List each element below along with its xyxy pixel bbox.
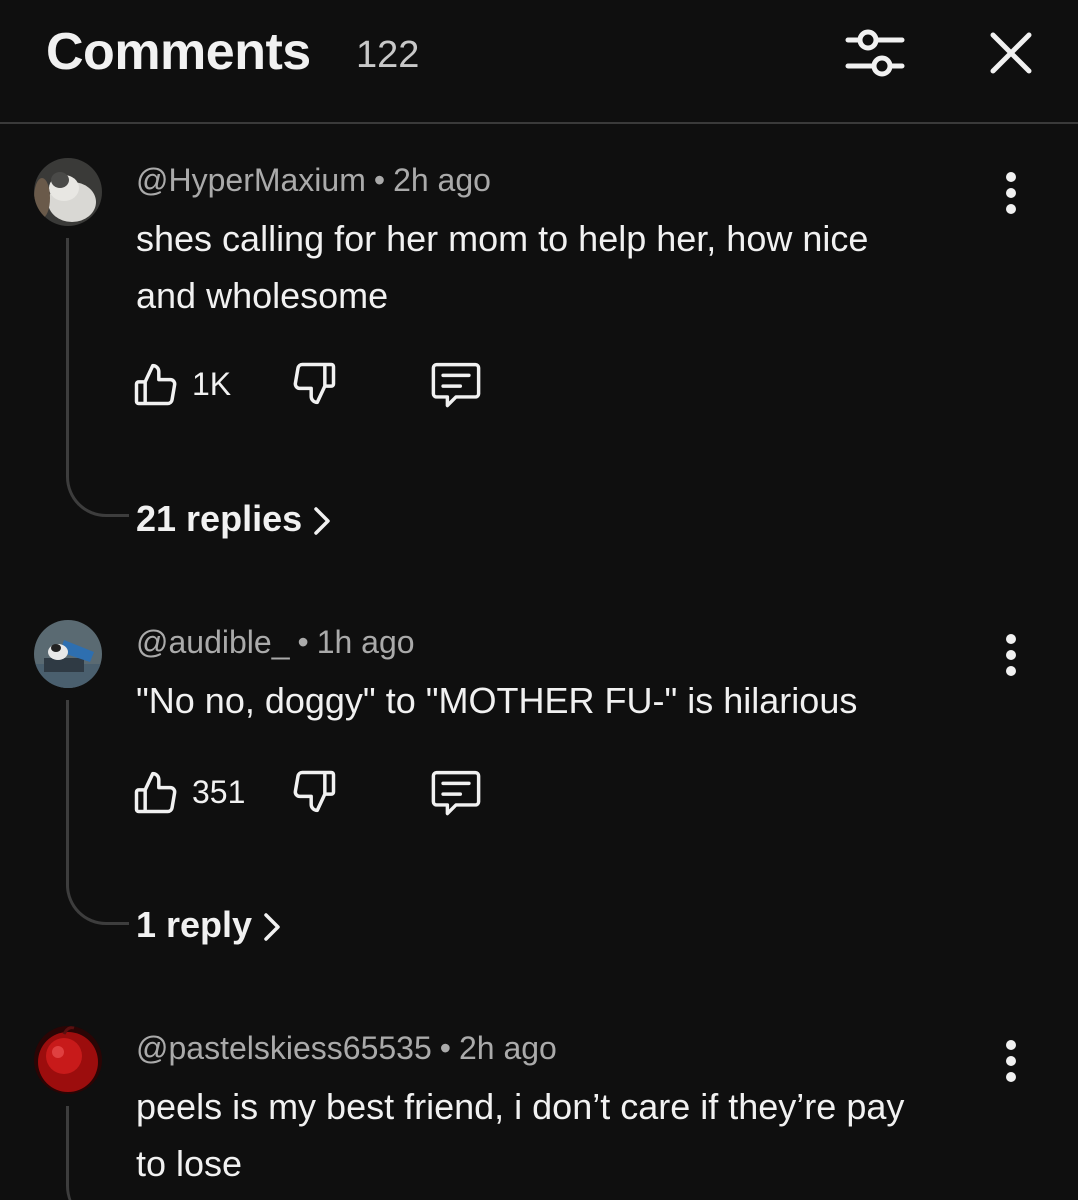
reply-button[interactable]	[428, 358, 484, 410]
comment-author[interactable]: @HyperMaxium	[136, 162, 366, 198]
comment-actions: 1K	[130, 358, 530, 414]
comment-item: @audible_ • 1h ago "No no, doggy" to "MOTH…	[0, 620, 1078, 960]
thumbs-up-icon	[134, 771, 177, 814]
thread-line	[66, 700, 129, 925]
comment-time: 1h ago	[316, 624, 415, 660]
comment-author[interactable]: @pastelskiess65535	[136, 1030, 432, 1066]
comment-meta: @pastelskiess65535 • 2h ago	[136, 1030, 557, 1067]
comment-author[interactable]: @audible_	[136, 624, 289, 660]
avatar-image	[34, 1026, 102, 1094]
view-replies-link[interactable]: 21 replies	[136, 498, 332, 540]
view-replies-link[interactable]: 1 reply	[136, 904, 282, 946]
avatar-image	[34, 620, 102, 688]
reply-button[interactable]	[428, 766, 484, 818]
comment-icon	[431, 362, 481, 408]
avatar[interactable]	[34, 620, 102, 688]
avatar[interactable]	[34, 1026, 102, 1094]
avatar[interactable]	[34, 158, 102, 226]
comment-time: 2h ago	[458, 1030, 557, 1066]
comment-meta: @audible_ • 1h ago	[136, 624, 415, 661]
replies-count: 1 reply	[136, 904, 253, 945]
dislike-button[interactable]	[288, 358, 340, 410]
like-button[interactable]	[130, 766, 182, 818]
comment-text: peels is my best friend, i don’t care if…	[136, 1078, 986, 1192]
header-title: Comments	[46, 23, 311, 81]
meta-separator: •	[373, 162, 386, 198]
thread-line	[66, 238, 129, 517]
meta-separator: •	[297, 624, 309, 660]
thumbs-down-icon	[293, 770, 336, 813]
comment-more-button[interactable]	[994, 632, 1028, 678]
comment-text: shes calling for her mom to help her, ho…	[136, 210, 986, 324]
comment-text-line: shes calling for her mom to help her, ho…	[136, 218, 869, 259]
chevron-right-icon	[314, 507, 330, 536]
comment-text-line: and wholesome	[136, 275, 389, 316]
meta-separator: •	[439, 1030, 451, 1066]
more-vertical-icon	[1006, 1040, 1016, 1082]
comment-item: @pastelskiess65535 • 2h ago peels is my be…	[0, 1026, 1078, 1200]
comment-actions: 351	[130, 766, 530, 822]
thread-line	[66, 1106, 129, 1200]
replies-count: 21 replies	[136, 498, 303, 539]
comment-more-button[interactable]	[994, 170, 1028, 216]
sort-filter-button[interactable]	[840, 22, 910, 84]
comment-meta: @HyperMaxium • 2h ago	[136, 162, 491, 199]
comment-text-line: peels is my best friend, i don’t care if…	[136, 1086, 905, 1127]
close-icon	[990, 32, 1032, 74]
thumbs-down-icon	[293, 362, 336, 405]
comment-icon	[431, 770, 481, 816]
thumbs-up-icon	[134, 363, 177, 406]
more-vertical-icon	[1006, 634, 1016, 676]
like-count: 351	[192, 774, 246, 810]
comment-time: 2h ago	[393, 162, 491, 198]
comment-more-button[interactable]	[994, 1038, 1028, 1084]
comment-text: "No no, doggy" to "MOTHER FU-" is hilari…	[136, 672, 986, 729]
like-button[interactable]	[130, 358, 182, 410]
close-button[interactable]	[980, 22, 1042, 84]
comments-panel: Comments 122 @HyperMaxium • 2h ago shes …	[0, 0, 1078, 1200]
comments-header: Comments 122	[0, 0, 1078, 124]
more-vertical-icon	[1006, 172, 1016, 214]
sliders-icon	[845, 29, 905, 77]
comment-item: @HyperMaxium • 2h ago shes calling for her…	[0, 158, 1078, 558]
like-count: 1K	[192, 366, 232, 402]
comment-text-line: "No no, doggy" to "MOTHER FU-" is hilari…	[136, 680, 858, 721]
avatar-image	[34, 158, 102, 226]
comment-text-line: to lose	[136, 1143, 243, 1184]
chevron-right-icon	[264, 913, 280, 942]
dislike-button[interactable]	[288, 766, 340, 818]
comment-count: 122	[356, 34, 420, 76]
